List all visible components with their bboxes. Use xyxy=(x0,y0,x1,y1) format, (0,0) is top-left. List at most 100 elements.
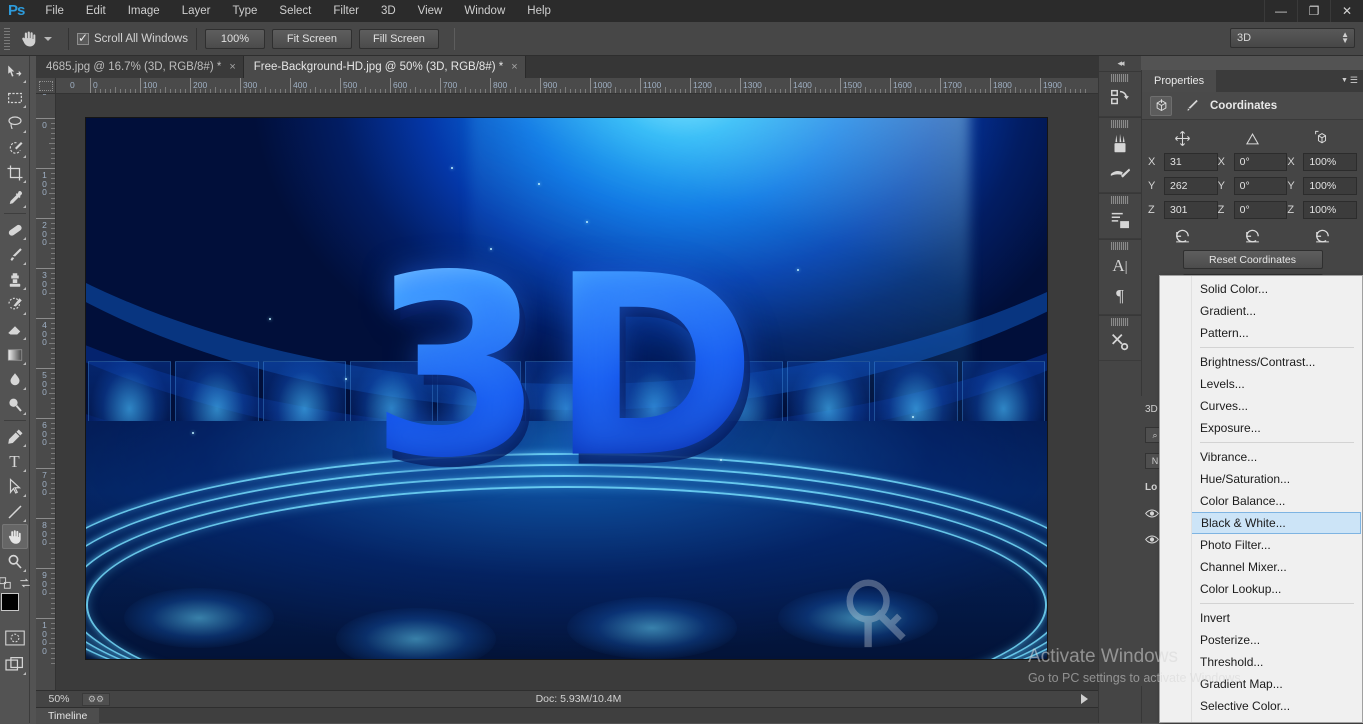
scale-z-input[interactable]: 100% xyxy=(1303,201,1358,219)
crop-tool[interactable] xyxy=(2,160,28,185)
rectangular-marquee-tool[interactable] xyxy=(2,85,28,110)
checkbox-icon[interactable] xyxy=(77,31,89,45)
eyedropper-tool[interactable] xyxy=(2,185,28,210)
reset-rotation-icon[interactable] xyxy=(1222,227,1282,244)
scroll-all-windows-checkbox[interactable]: Scroll All Windows xyxy=(77,31,188,45)
rotation-x-cell[interactable]: X 0° xyxy=(1218,153,1288,171)
minimize-button[interactable]: — xyxy=(1264,0,1297,22)
reset-position-icon[interactable] xyxy=(1153,227,1213,244)
eye-icon[interactable] xyxy=(1145,508,1159,519)
path-selection-tool[interactable] xyxy=(2,474,28,499)
rotation-y-cell[interactable]: Y 0° xyxy=(1218,177,1288,195)
material-brush-icon[interactable] xyxy=(1180,96,1202,116)
ruler-origin-corner[interactable] xyxy=(36,78,56,94)
quick-mask-toggle[interactable] xyxy=(2,625,28,650)
position-x-cell[interactable]: X 31 xyxy=(1148,153,1218,171)
history-brush-tool[interactable] xyxy=(2,292,28,317)
fit-screen-button[interactable]: Fit Screen xyxy=(271,28,352,49)
line-tool[interactable] xyxy=(2,499,28,524)
adjustments-panel-icon[interactable] xyxy=(1101,205,1140,235)
status-popup-arrow-icon[interactable] xyxy=(1081,694,1088,704)
menu-image[interactable]: Image xyxy=(117,1,171,21)
document-tab-2[interactable]: Free-Background-HD.jpg @ 50% (3D, RGB/8#… xyxy=(243,56,526,78)
screen-mode-toggle[interactable] xyxy=(2,652,28,677)
paragraph-panel-icon[interactable]: ¶ xyxy=(1101,281,1140,311)
menu-window[interactable]: Window xyxy=(453,1,516,21)
dock-grip[interactable] xyxy=(1111,318,1129,326)
workspace-switcher[interactable]: 3D ▲ ▼ xyxy=(1230,28,1355,48)
reset-scale-icon[interactable] xyxy=(1292,227,1352,244)
menu-select[interactable]: Select xyxy=(268,1,322,21)
brush-presets-panel-icon[interactable] xyxy=(1101,159,1140,189)
foreground-color-swatch[interactable] xyxy=(0,593,19,611)
restore-button[interactable]: ❐ xyxy=(1297,0,1330,22)
dock-grip[interactable] xyxy=(1111,120,1129,128)
dodge-tool[interactable] xyxy=(2,392,28,417)
menu-type[interactable]: Type xyxy=(221,1,268,21)
rotation-y-input[interactable]: 0° xyxy=(1233,177,1288,195)
close-icon[interactable]: × xyxy=(511,61,517,73)
position-y-cell[interactable]: Y 262 xyxy=(1148,177,1218,195)
dock-grip[interactable] xyxy=(1111,196,1129,204)
document-tab-1[interactable]: 4685.jpg @ 16.7% (3D, RGB/8#) * × xyxy=(36,56,244,78)
dock-grip[interactable] xyxy=(1111,242,1129,250)
tool-preset-chevron-down-icon[interactable] xyxy=(44,36,52,41)
document-artwork[interactable]: 3D xyxy=(86,118,1047,659)
swap-colors-icon[interactable] xyxy=(18,576,32,590)
horizontal-type-tool[interactable]: T xyxy=(2,449,28,474)
horizontal-ruler[interactable]: 0 100 200 300 400 500 600 700 800 900 1000 1100 1200… xyxy=(56,78,1098,94)
scale-y-input[interactable]: 100% xyxy=(1303,177,1358,195)
eraser-tool[interactable] xyxy=(2,317,28,342)
zoom-100-button[interactable]: 100% xyxy=(204,28,265,49)
reset-coordinates-button[interactable]: Reset Coordinates xyxy=(1182,250,1323,269)
dock-grip[interactable] xyxy=(1111,74,1129,82)
menu-layer[interactable]: Layer xyxy=(171,1,222,21)
close-icon[interactable]: × xyxy=(229,61,235,73)
new-adjustment-layer-menu[interactable]: Solid Color... Gradient... Pattern... Br… xyxy=(1159,275,1363,723)
zoom-tool[interactable] xyxy=(2,549,28,574)
tab-properties[interactable]: Properties xyxy=(1142,70,1217,92)
history-panel-icon[interactable] xyxy=(1101,83,1140,113)
clone-stamp-tool[interactable] xyxy=(2,267,28,292)
hand-tool[interactable] xyxy=(1,524,28,549)
options-bar-grip[interactable] xyxy=(4,27,10,50)
position-x-input[interactable]: 31 xyxy=(1164,153,1218,171)
coordinates-mesh-icon[interactable] xyxy=(1150,95,1172,116)
position-y-input[interactable]: 262 xyxy=(1164,177,1218,195)
quick-selection-tool[interactable] xyxy=(2,135,28,160)
scale-x-cell[interactable]: X 100% xyxy=(1287,153,1358,171)
canvas-scroll-area[interactable]: 3D xyxy=(56,94,1098,690)
default-colors-icon[interactable] xyxy=(0,576,12,590)
color-swatches[interactable] xyxy=(0,593,29,621)
menu-view[interactable]: View xyxy=(407,1,454,21)
vertical-ruler[interactable]: 010020030040050060070080090010000 xyxy=(36,94,56,690)
gear-icon[interactable]: ⚙⚙ xyxy=(82,692,110,706)
scale-x-input[interactable]: 100% xyxy=(1303,153,1358,171)
menu-help[interactable]: Help xyxy=(516,1,562,21)
lasso-tool[interactable] xyxy=(2,110,28,135)
blur-tool[interactable] xyxy=(2,367,28,392)
character-panel-icon[interactable]: A| xyxy=(1101,251,1140,281)
rotation-z-input[interactable]: 0° xyxy=(1233,201,1288,219)
close-button[interactable]: ✕ xyxy=(1330,0,1363,22)
move-tool[interactable] xyxy=(2,60,28,85)
scale-y-cell[interactable]: Y 100% xyxy=(1287,177,1358,195)
menu-filter[interactable]: Filter xyxy=(322,1,370,21)
position-z-cell[interactable]: Z 301 xyxy=(1148,201,1218,219)
menu-edit[interactable]: Edit xyxy=(75,1,117,21)
brushes-panel-icon[interactable] xyxy=(1101,129,1140,159)
eye-icon[interactable] xyxy=(1145,534,1159,545)
rotation-z-cell[interactable]: Z 0° xyxy=(1218,201,1288,219)
pen-tool[interactable] xyxy=(2,424,28,449)
zoom-level-field[interactable]: 50% xyxy=(36,693,82,705)
panel-menu-icon[interactable]: ▼ ☰ xyxy=(1341,75,1358,86)
fill-screen-button[interactable]: Fill Screen xyxy=(358,28,439,49)
brush-tool[interactable] xyxy=(2,242,28,267)
rotation-x-input[interactable]: 0° xyxy=(1233,153,1288,171)
tool-presets-panel-icon[interactable] xyxy=(1101,327,1140,357)
tab-timeline[interactable]: Timeline xyxy=(36,707,100,724)
collapse-panels-icon[interactable]: ◂◂ xyxy=(1099,56,1141,71)
menu-file[interactable]: File xyxy=(34,1,75,21)
spot-healing-brush-tool[interactable] xyxy=(2,217,28,242)
scale-z-cell[interactable]: Z 100% xyxy=(1287,201,1358,219)
